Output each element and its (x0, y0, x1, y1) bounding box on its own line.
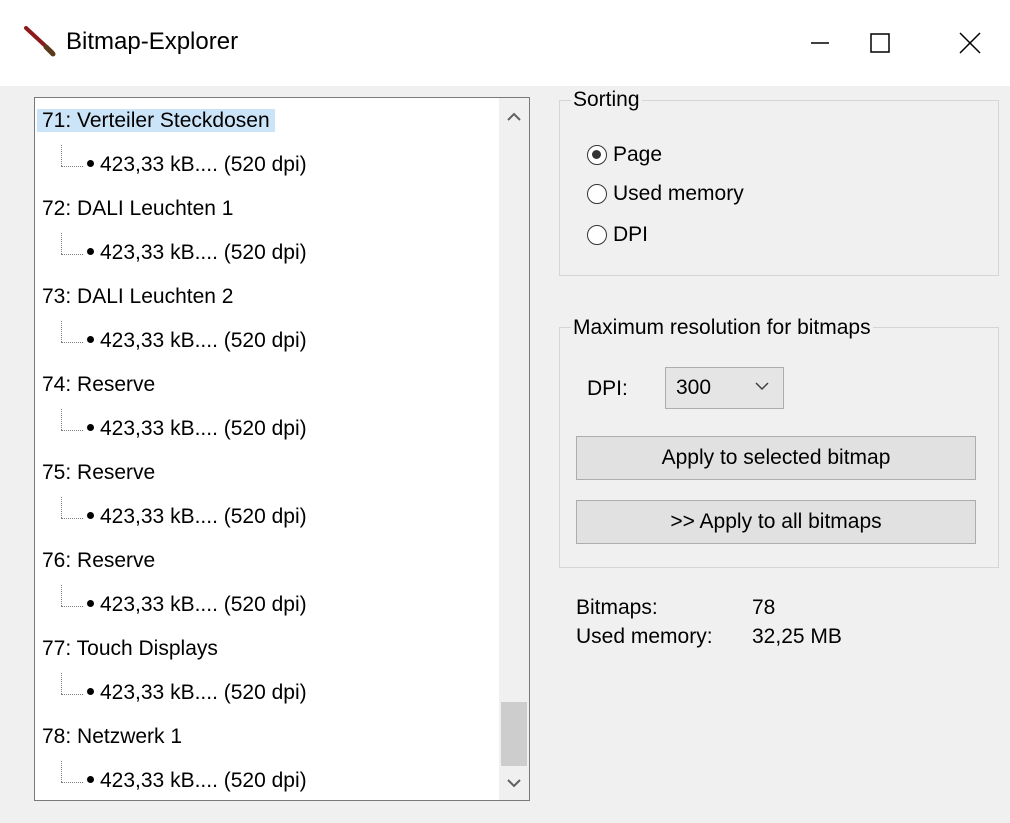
dpi-select[interactable]: 300 (665, 367, 784, 409)
bitmap-tree[interactable]: 71: Verteiler Steckdosen 423,33 kB.... (… (34, 97, 530, 801)
tree-item-76[interactable]: 76: Reserve (42, 541, 155, 581)
tree-item-75[interactable]: 75: Reserve (42, 453, 155, 493)
sorting-title: Sorting (571, 88, 642, 112)
bullet-icon (87, 424, 94, 432)
tree-subitem[interactable]: 423,33 kB.... (520 dpi) (61, 585, 307, 625)
title-bar: Bitmap-Explorer (0, 0, 1010, 86)
scroll-up-button[interactable] (499, 102, 529, 132)
bitmaps-count: 78 (752, 596, 776, 619)
resolution-title: Maximum resolution for bitmaps (571, 316, 873, 340)
tree-subitem[interactable]: 423,33 kB.... (520 dpi) (61, 497, 307, 537)
apply-selected-button[interactable]: Apply to selected bitmap (576, 436, 976, 480)
tree-item-73[interactable]: 73: DALI Leuchten 2 (42, 277, 233, 317)
bitmaps-label: Bitmaps: (576, 596, 658, 619)
radio-unchecked[interactable] (587, 184, 607, 204)
tree-subitem[interactable]: 423,33 kB.... (520 dpi) (61, 321, 307, 361)
bullet-icon (87, 600, 94, 608)
tree-item-77[interactable]: 77: Touch Displays (42, 629, 218, 669)
memory-value: 32,25 MB (752, 625, 842, 648)
chevron-up-icon (507, 112, 521, 121)
sort-memory-radio[interactable]: Used memory (587, 182, 744, 206)
tree-item-78[interactable]: 78: Netzwerk 1 (42, 717, 182, 757)
vertical-scrollbar[interactable] (499, 98, 529, 800)
bullet-icon (87, 512, 94, 520)
maximize-button[interactable] (850, 14, 910, 72)
tree-item-71[interactable]: 71: Verteiler Steckdosen (37, 101, 275, 141)
bullet-icon (87, 160, 94, 168)
chevron-down-icon (507, 779, 521, 788)
window-title: Bitmap-Explorer (66, 28, 239, 55)
close-button[interactable] (940, 14, 1000, 72)
dpi-label: DPI: (587, 377, 628, 400)
scroll-down-button[interactable] (499, 768, 529, 798)
tree-subitem[interactable]: 423,33 kB.... (520 dpi) (61, 673, 307, 713)
chevron-down-icon (755, 382, 769, 391)
bullet-icon (87, 688, 94, 696)
tree-subitem[interactable]: 423,33 kB.... (520 dpi) (61, 761, 307, 800)
bullet-icon (87, 776, 94, 784)
tree-item-72[interactable]: 72: DALI Leuchten 1 (42, 189, 233, 229)
tree-subitem[interactable]: 423,33 kB.... (520 dpi) (61, 409, 307, 449)
radio-unchecked[interactable] (587, 225, 607, 245)
close-icon (959, 32, 981, 54)
bullet-icon (87, 336, 94, 344)
maximize-icon (870, 33, 890, 53)
apply-all-button[interactable]: >> Apply to all bitmaps (576, 500, 976, 544)
tree-subitem[interactable]: 423,33 kB.... (520 dpi) (61, 233, 307, 273)
sort-page-radio[interactable]: Page (587, 143, 662, 167)
bullet-icon (87, 248, 94, 256)
tree-item-74[interactable]: 74: Reserve (42, 365, 155, 405)
tree-subitem[interactable]: 423,33 kB.... (520 dpi) (61, 145, 307, 185)
memory-label: Used memory: (576, 625, 713, 648)
minimize-icon (811, 42, 829, 44)
sort-dpi-radio[interactable]: DPI (587, 223, 648, 247)
minimize-button[interactable] (790, 14, 850, 72)
brush-icon (24, 26, 56, 57)
radio-checked[interactable] (587, 145, 607, 165)
scrollbar-thumb[interactable] (501, 702, 527, 766)
